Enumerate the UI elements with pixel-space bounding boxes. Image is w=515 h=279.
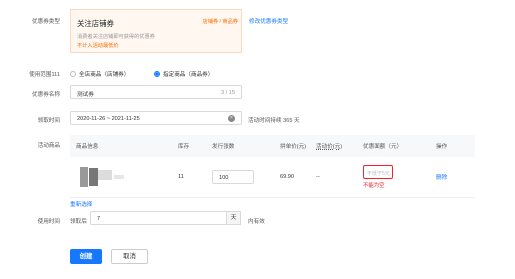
coupon-name-count: 3 / 15: [221, 90, 235, 96]
col-group-price: 拼单价(元): [280, 144, 307, 150]
use-time-label: 使用时间: [37, 219, 60, 225]
issue-count-cell: 100: [212, 157, 280, 197]
radio-unchecked-icon: [70, 71, 76, 77]
use-time-unit: 天: [226, 211, 241, 225]
clear-icon[interactable]: ×: [228, 115, 235, 122]
discount-error: 不能为空: [363, 182, 385, 189]
claim-time-value: 2020-11-26 ~ 2021-11-25: [77, 116, 140, 122]
claim-time-duration: 活动时间持续 365 天: [248, 118, 300, 124]
claim-time-label: 领取时间: [37, 118, 60, 124]
col-issue-count: 发行张数: [212, 144, 235, 150]
action-cell: 删除: [436, 157, 475, 197]
coupon-type-note: 不计入活动最低价: [77, 43, 119, 49]
coupon-type-desc: 消费者关注店铺即可获得的优惠券: [77, 34, 155, 40]
issue-count-value: 100: [219, 174, 229, 181]
products-label: 活动商品: [37, 143, 60, 149]
col-discount: 优惠面额（元）: [363, 144, 403, 150]
product-thumbnail: [76, 166, 126, 187]
coupon-type-label: 优惠券类型: [32, 19, 60, 25]
product-info-cell: [70, 157, 178, 197]
scope-option-all-label: 全店商品（店铺券）: [79, 72, 130, 78]
stock-cell: 11: [178, 173, 184, 180]
use-time-prefix: 领取后: [70, 219, 87, 225]
scope-option-specific-label: 指定商品（商品券）: [163, 72, 214, 78]
coupon-name-value: 测试券: [77, 92, 94, 98]
use-time-input[interactable]: 7: [90, 211, 227, 225]
change-coupon-type-link[interactable]: 修改优惠券类型: [249, 17, 288, 25]
coupon-type-card: 关注店铺券 消费者关注店铺即可获得的优惠券 不计入活动最低价 店铺券 / 商品券: [70, 9, 242, 53]
products-table: 商品信息 库存 发行张数 拼单价(元) 活动价(元) 优惠面额（元） 操作 11…: [70, 135, 475, 198]
table-row: 11 100 69.90 -- 不低于5元 不能为空 删除: [70, 157, 475, 197]
claim-time-range-picker[interactable]: 2020-11-26 ~ 2021-11-25 ×: [70, 111, 242, 125]
coupon-name-input[interactable]: 测试券 3 / 15: [70, 85, 242, 99]
use-time-suffix: 内有效: [248, 219, 265, 225]
discount-cell: 不低于5元 不能为空: [363, 157, 436, 197]
reselect-link[interactable]: 重新选择: [70, 200, 92, 208]
discount-input[interactable]: 不低于5元: [363, 164, 393, 179]
scope-option-specific[interactable]: 指定商品（商品券）: [154, 70, 213, 78]
coupon-type-title: 关注店铺券: [77, 19, 114, 28]
discount-placeholder: 不低于5元: [367, 170, 390, 177]
issue-count-input[interactable]: 100: [212, 169, 254, 184]
radio-checked-icon: [154, 71, 160, 77]
create-button[interactable]: 创建: [70, 249, 102, 264]
group-price-cell: 69.90: [280, 173, 294, 180]
scope-option-all[interactable]: 全店商品（店铺券）: [70, 70, 129, 78]
col-stock: 库存: [178, 144, 190, 150]
coupon-name-label: 优惠券名称: [32, 92, 60, 98]
scope-label: 使用范围111: [29, 72, 60, 78]
col-activity-price: 活动价(元): [316, 144, 343, 150]
coupon-type-tag: 店铺券 / 商品券: [202, 19, 238, 25]
use-time-value: 7: [97, 216, 101, 222]
activity-price-cell: --: [316, 173, 320, 180]
col-action: 操作: [436, 144, 448, 150]
col-product-info: 商品信息: [76, 144, 99, 150]
delete-link[interactable]: 删除: [436, 175, 447, 181]
cancel-button[interactable]: 取消: [111, 249, 148, 264]
